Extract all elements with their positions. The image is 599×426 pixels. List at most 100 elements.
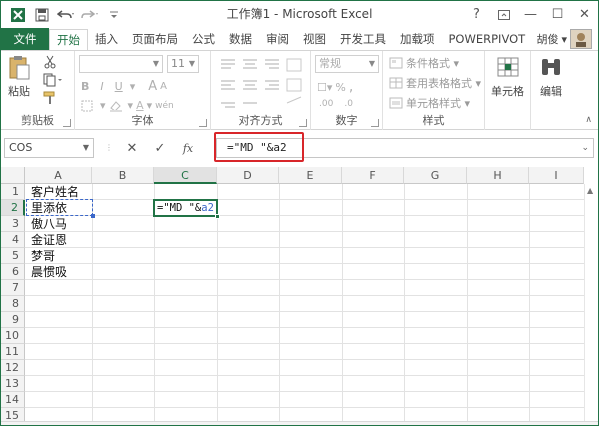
format-painter-button[interactable] (43, 91, 57, 105)
decimal-buttons: .00 .0 (319, 99, 353, 109)
phonetic-button[interactable]: wén (155, 101, 174, 111)
minimize-button[interactable]: — (517, 1, 544, 28)
tab-developer[interactable]: 开发工具 (333, 28, 393, 50)
column-header-e[interactable]: E (279, 167, 342, 184)
row-header-6[interactable]: 6 (1, 264, 25, 280)
row-header-8[interactable]: 8 (1, 296, 25, 312)
conditional-format-icon (389, 57, 403, 69)
expand-formula-icon[interactable]: ⌄ (581, 139, 589, 157)
font-launcher-icon[interactable] (199, 119, 207, 127)
row-header-9[interactable]: 9 (1, 312, 25, 328)
column-header-b[interactable]: B (92, 167, 154, 184)
row-header-7[interactable]: 7 (1, 280, 25, 296)
user-name: 胡俊 (536, 33, 559, 46)
gridline (25, 279, 584, 280)
grow-font-button[interactable]: A (148, 79, 157, 94)
cell-a1[interactable]: 客户姓名 (28, 184, 79, 200)
clipboard-launcher-icon[interactable] (63, 119, 71, 127)
bold-button[interactable]: B (81, 80, 89, 93)
border-icon[interactable] (81, 100, 97, 112)
undo-icon[interactable] (55, 4, 77, 26)
font-name-dropdown[interactable]: ▼ (79, 55, 163, 73)
tab-formulas[interactable]: 公式 (185, 28, 222, 50)
font-color-button[interactable]: A (136, 99, 144, 112)
tab-insert[interactable]: 插入 (88, 28, 125, 50)
worksheet-grid[interactable]: A B C D E F G H I 1 2 3 4 5 6 7 8 9 10 1… (1, 167, 598, 425)
ribbon-display-button[interactable] (490, 1, 517, 28)
scroll-up-icon[interactable]: ▲ (587, 186, 593, 195)
row-header-14[interactable]: 14 (1, 392, 25, 408)
conditional-format-button[interactable]: 条件格式 ▾ (389, 55, 459, 71)
vertical-scrollbar[interactable]: ▲ (584, 184, 598, 425)
percent-button[interactable]: % (335, 81, 345, 94)
paste-button[interactable]: 粘贴 (5, 55, 33, 99)
gridline (279, 184, 280, 425)
enter-button[interactable]: ✓ (146, 138, 174, 158)
user-account[interactable]: 胡俊 ▾ (536, 28, 598, 50)
column-header-f[interactable]: F (342, 167, 404, 184)
alignment-icons[interactable] (219, 57, 305, 115)
collapse-ribbon-icon[interactable]: ∧ (585, 115, 592, 125)
row-header-5[interactable]: 5 (1, 248, 25, 264)
editing-button[interactable]: 编辑 (537, 55, 565, 99)
redo-icon[interactable] (79, 4, 101, 26)
row-header-10[interactable]: 10 (1, 328, 25, 344)
tab-home[interactable]: 开始 (49, 29, 88, 50)
cell-a5[interactable]: 梦哥 (28, 248, 55, 264)
increase-decimal-button[interactable]: .00 (319, 99, 333, 109)
excel-logo-icon[interactable] (7, 4, 29, 26)
paste-icon (9, 56, 30, 80)
row-header-13[interactable]: 13 (1, 376, 25, 392)
name-box[interactable]: COS ▼ (4, 138, 94, 158)
comma-button[interactable]: , (349, 79, 353, 95)
underline-button[interactable]: U (115, 80, 123, 93)
insert-function-button[interactable]: fx (174, 138, 202, 158)
close-button[interactable]: ✕ (571, 1, 598, 28)
row-header-12[interactable]: 12 (1, 360, 25, 376)
fill-color-icon[interactable] (109, 100, 125, 112)
tab-addins[interactable]: 加载项 (393, 28, 442, 50)
row-header-2[interactable]: 2 (1, 200, 25, 216)
active-cell-c2[interactable]: ="MD "&a2 (153, 199, 220, 219)
tab-page-layout[interactable]: 页面布局 (125, 28, 185, 50)
cell-a6[interactable]: 晨惯吸 (28, 264, 67, 280)
cell-styles-button[interactable]: 单元格样式 ▾ (389, 95, 470, 111)
active-cell-reference: a2 (201, 202, 214, 214)
tab-review[interactable]: 审阅 (259, 28, 296, 50)
currency-button[interactable]: ☐▾ (317, 81, 332, 94)
select-all-corner[interactable] (1, 167, 25, 184)
cells-button[interactable]: 单元格 (491, 55, 524, 99)
customize-icon[interactable] (103, 4, 125, 26)
row-header-11[interactable]: 11 (1, 344, 25, 360)
number-launcher-icon[interactable] (371, 119, 379, 127)
copy-button[interactable] (43, 73, 63, 87)
column-header-g[interactable]: G (404, 167, 467, 184)
cell-a3[interactable]: 傲八马 (28, 216, 67, 232)
alignment-launcher-icon[interactable] (299, 119, 307, 127)
decrease-decimal-button[interactable]: .0 (344, 99, 353, 109)
tab-view[interactable]: 视图 (296, 28, 333, 50)
column-header-h[interactable]: H (467, 167, 529, 184)
column-header-a[interactable]: A (25, 167, 92, 184)
cut-button[interactable] (43, 55, 57, 69)
row-header-3[interactable]: 3 (1, 216, 25, 232)
cancel-button[interactable]: ✕ (118, 138, 146, 158)
column-header-i[interactable]: I (529, 167, 584, 184)
row-header-1[interactable]: 1 (1, 184, 25, 200)
help-button[interactable]: ? (463, 1, 490, 28)
font-size-dropdown[interactable]: 11 ▼ (167, 55, 199, 73)
maximize-button[interactable]: ☐ (544, 1, 571, 28)
cell-a4[interactable]: 金证恩 (28, 232, 67, 248)
number-format-dropdown[interactable]: 常规 ▼ (315, 55, 379, 73)
tab-data[interactable]: 数据 (222, 28, 259, 50)
format-as-table-button[interactable]: 套用表格格式 ▾ (389, 75, 481, 91)
row-header-4[interactable]: 4 (1, 232, 25, 248)
tab-powerpivot[interactable]: POWERPIVOT (442, 28, 533, 50)
italic-button[interactable]: I (100, 80, 103, 93)
save-icon[interactable] (31, 4, 53, 26)
shrink-font-button[interactable]: A (160, 81, 167, 92)
fill-handle[interactable] (215, 214, 220, 219)
column-header-d[interactable]: D (217, 167, 279, 184)
tab-file[interactable]: 文件 (1, 28, 49, 50)
column-header-c[interactable]: C (154, 167, 217, 184)
